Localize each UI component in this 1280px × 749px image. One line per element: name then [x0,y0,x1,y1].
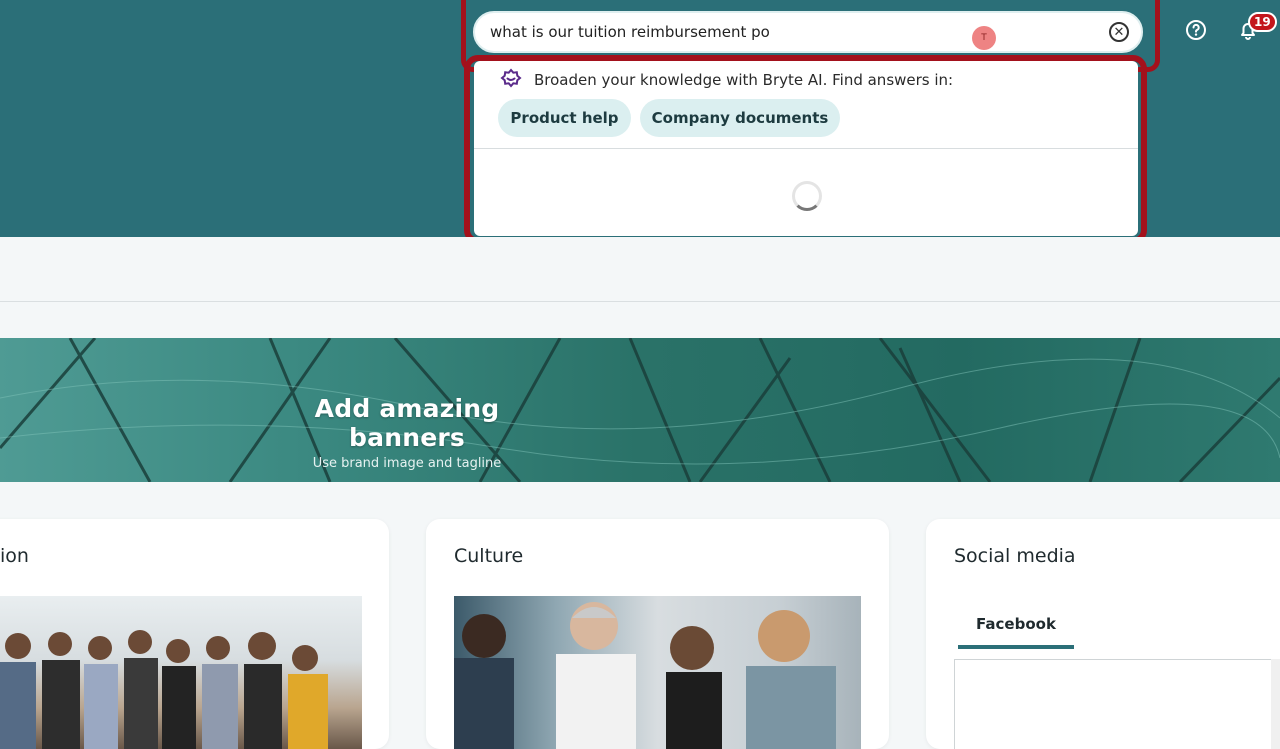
facebook-feed-frame [954,659,1272,749]
sub-header-bar [0,237,1280,302]
hero-banner: Add amazing banners Use brand image and … [0,338,1280,482]
chip-company-documents[interactable]: Company documents [640,99,840,137]
chip-product-help[interactable]: Product help [498,99,631,137]
banner-subtitle: Use brand image and tagline [312,456,502,471]
tab-facebook[interactable]: Facebook [958,611,1074,649]
card-social-title: Social media [954,545,1076,567]
card-left: ion [0,519,389,749]
card-culture-title: Culture [454,545,524,567]
team-photo-figures [0,630,328,749]
bryte-ai-prompt-text: Broaden your knowledge with Bryte AI. Fi… [534,71,954,89]
card-left-title: ion [0,545,29,567]
click-cursor-indicator: T [972,26,996,50]
culture-photo [454,596,861,749]
culture-photo-figures [454,602,836,749]
bryte-ai-prompt-row: Broaden your knowledge with Bryte AI. Fi… [498,65,953,95]
banner-text: Add amazing banners Use brand image and … [262,394,552,471]
dropdown-divider [474,148,1138,149]
clear-icon[interactable]: ✕ [1109,22,1129,42]
loading-spinner [792,181,822,211]
banner-title: Add amazing banners [314,394,500,452]
card-social-media: Social media Facebook [926,519,1280,749]
search-bar[interactable]: ✕ [471,9,1145,55]
team-photo [0,596,362,749]
search-input[interactable] [490,21,1090,43]
search-suggestions-dropdown: Broaden your knowledge with Bryte AI. Fi… [474,61,1138,236]
card-culture: Culture [426,519,889,749]
bryte-ai-icon [498,65,524,95]
cursor-marker-text: T [981,33,987,43]
banner-pattern [0,338,1280,482]
facebook-feed-scrollbar[interactable] [1271,659,1280,749]
notification-badge: 19 [1248,12,1277,32]
help-icon[interactable] [1184,18,1208,42]
